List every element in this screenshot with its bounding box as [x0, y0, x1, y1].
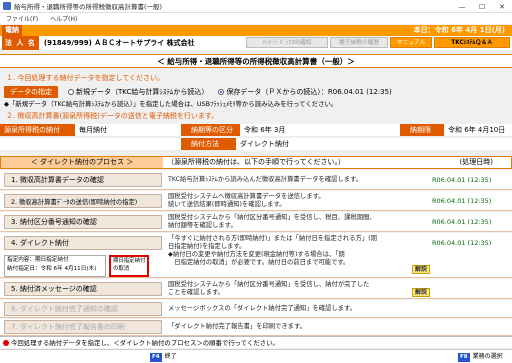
alert-icon [3, 339, 9, 346]
status-bar: 今回処理する納付データを指定し、＜ダイレクト納付のプロセス＞の順番で行ってくださ… [0, 336, 512, 348]
step-1-desc: TKC給与計算ｼｽﾃﾑから読み込んだ徴収高計算書データを確認します。 [168, 176, 363, 183]
radio-new-data[interactable]: 新規データ（TKC給与計算ｼｽﾃﾑから読込） [68, 87, 208, 97]
step-5-desc: 国税受付システムから「納付区分番号通知」を受信し、納付が完了した ことを確認しま… [168, 281, 370, 296]
deadline-value: 令和 6年 4月10日 [448, 126, 506, 134]
today-date: 本日：令和 6年 4月 1日(月) [409, 25, 509, 36]
tax-type-value: 毎月納付 [79, 126, 107, 134]
step-3-desc: 国税受付システムから「納付区分番号通知」を受信し、税目、課税期間、 納付額等を確… [168, 214, 376, 229]
step-7-button[interactable]: 7. ダイレクト納付完了報告書の印刷 [4, 320, 162, 334]
tax-type-header: 源泉所得税の納付 [0, 124, 75, 136]
process-instruction: （源泉所得税の納付は、以下の手順で行ってください。） [167, 158, 345, 166]
app-icon [3, 2, 11, 10]
history-button[interactable]: 電子納税の履歴 [330, 37, 388, 48]
radio-new-label: 新規データ（TKC給与計算ｼｽﾃﾑから読込） [76, 88, 209, 96]
payment-method-header: 納付方法 [181, 138, 236, 150]
menu-help[interactable]: ヘルプ(H) [50, 14, 77, 23]
menu-bar: ファイル(F) ヘルプ(H) [0, 13, 512, 24]
period-value: 令和 6年 3月 [244, 126, 286, 134]
title-bar: 給与所得・退職所得等の所得税徴収高計算書(一般) — ☐ ✕ [0, 0, 512, 13]
usb-note: ◆「新規データ（TKC給与計算ｼｽﾃﾑから読込）」を指定した場合は、USBﾌﾗｯ… [4, 100, 338, 108]
radio-selected-icon [218, 89, 225, 95]
tax-info-row: 源泉所得税の納付 毎月納付 納期等の区分 令和 6年 3月 納期限 令和 6年 … [0, 124, 512, 136]
step-7: 7. ダイレクト納付完了報告書の印刷 「ダイレクト納付完了報告書」を印刷できます… [0, 319, 512, 336]
close-button[interactable]: ✕ [492, 0, 512, 13]
f4-exit-button[interactable]: F4 終了 [150, 352, 177, 362]
step-4-help-button[interactable]: 解説 [412, 265, 431, 274]
step-6-button[interactable]: 6. ダイレクト納付完了通知の確認 [4, 302, 162, 316]
step-5-button[interactable]: 5. 納付済メッセージの確認 [4, 282, 162, 296]
step-4-button[interactable]: 4. ダイレクト納付 [4, 236, 162, 250]
company-label: 法 人 名 [2, 36, 39, 50]
page-title: ＜ 給与所得・退職所得等の所得税徴収高計算書（一般）＞ [0, 54, 512, 68]
window-title: 給与所得・退職所得等の所得税徴収高計算書(一般) [14, 3, 163, 11]
step-4-desc: 「今すぐに納付される方(即時納付)」または「納付日を指定される方」(期 日指定納… [168, 235, 377, 266]
radio-saved-data[interactable]: 保存データ（ＰＸからの読込）：R06.04.01 (12:35) [218, 87, 392, 97]
step-2-desc: 国税受付システムへ徴収高計算書データを送信します。 続いて送信結果(即時通知)を… [168, 193, 325, 208]
step-3-button[interactable]: 3. 納付区分番号通知の確認 [4, 215, 162, 229]
section2-title: ２. 徴収高計算書(源泉所得税)データの送信と電子納税を行います。 [6, 112, 219, 120]
payment-method-value: ダイレクト納付 [240, 140, 289, 148]
step-3-time: R06.04.01 (12:35) [432, 218, 492, 226]
step-3: 3. 納付区分番号通知の確認 国税受付システムから「納付区分番号通知」を受信し、… [0, 212, 512, 232]
step-2-time: R06.04.01 (12:35) [432, 197, 492, 205]
step-2-button[interactable]: 2. 徴収高計算書ﾃﾞｰﾀの送信(即時納付の指定) [4, 194, 162, 208]
step-4-time: R06.04.01 (12:35) [432, 239, 492, 247]
e-tax-tag: 電納 [2, 25, 22, 36]
data-select-button[interactable]: データの指定 [4, 86, 58, 98]
cancel-designated-button[interactable]: 期日指定納付 の取消 [109, 255, 149, 277]
process-title: ＜ ダイレクト納付のプロセス ＞ [1, 157, 163, 168]
f4-label: 終了 [164, 353, 177, 360]
message-box-button[interactable]: ﾒｯｾｰｼﾞﾎﾞｯｸｽの確認 [246, 37, 328, 48]
step-2: 2. 徴収高計算書ﾃﾞｰﾀの送信(即時納付の指定) 国税受付システムへ徴収高計算… [0, 191, 512, 211]
designation-type: 指定内容：期日指定納付 [7, 257, 69, 263]
process-time-header: (処理日時) [459, 158, 493, 166]
payment-method-row: 納付方法 ダイレクト納付 [0, 138, 512, 150]
step-6: 6. ダイレクト納付完了通知の確認 メッセージボックスの「ダイレクト納付完了通知… [0, 300, 512, 318]
menu-file[interactable]: ファイル(F) [6, 14, 38, 23]
maximize-button[interactable]: ☐ [472, 0, 492, 13]
radio-icon [68, 89, 74, 95]
radio-saved-label: 保存データ（ＰＸからの読込）：R06.04.01 (12:35) [226, 88, 392, 96]
header-bar: 電納 本日：令和 6年 4月 1日(月) [0, 25, 512, 36]
f8-select-button[interactable]: F8 業務の選択 [458, 352, 503, 362]
f8-label: 業務の選択 [472, 353, 503, 360]
designated-date: 納付指定日：令和 6年 4月11日(木) [7, 266, 97, 272]
process-header: ＜ ダイレクト納付のプロセス ＞ （源泉所得税の納付は、以下の手順で行ってくださ… [0, 156, 512, 169]
step-1: 1. 徴収高計算書データの確認 TKC給与計算ｼｽﾃﾑから読み込んだ徴収高計算書… [0, 170, 512, 190]
f4-key: F4 [150, 352, 162, 362]
step-1-time: R06.04.01 (12:35) [432, 176, 492, 184]
data-select-row: データの指定 新規データ（TKC給与計算ｼｽﾃﾑから読込） 保存データ（ＰＸから… [0, 86, 512, 98]
step-5-help-button[interactable]: 解説 [412, 288, 431, 297]
status-text: 今回処理する納付データを指定し、＜ダイレクト納付のプロセス＞の順番で行ってくださ… [11, 339, 279, 347]
step-1-button[interactable]: 1. 徴収高計算書データの確認 [4, 173, 162, 187]
company-name: (91849/999) ＡＢＣオートサプライ 株式会社 [43, 39, 195, 47]
period-header: 納期等の区分 [181, 124, 240, 136]
designated-info: 指定内容：期日指定納付 納付指定日：令和 6年 4月11日(木) [4, 255, 106, 277]
step-6-desc: メッセージボックスの「ダイレクト納付完了通知」を確認します。 [168, 305, 356, 312]
manual-button[interactable]: マニュアル [390, 37, 432, 48]
f8-key: F8 [458, 352, 470, 362]
function-key-bar: F4 終了 F8 業務の選択 [0, 349, 512, 363]
section1-title: １. 今回処理する納付データを指定してください。 [6, 74, 165, 82]
company-row: 法 人 名 (91849/999) ＡＢＣオートサプライ 株式会社 ﾒｯｾｰｼﾞ… [0, 36, 512, 50]
step-7-desc: 「ダイレクト納付完了報告書」を印刷できます。 [168, 323, 306, 330]
minimize-button[interactable]: — [452, 0, 472, 13]
step-5: 5. 納付済メッセージの確認 国税受付システムから「納付区分番号通知」を受信し、… [0, 279, 512, 299]
qa-button[interactable]: TKCｼｽﾃﾑＱ＆Ａ [434, 37, 510, 48]
deadline-header: 納期限 [400, 124, 444, 136]
